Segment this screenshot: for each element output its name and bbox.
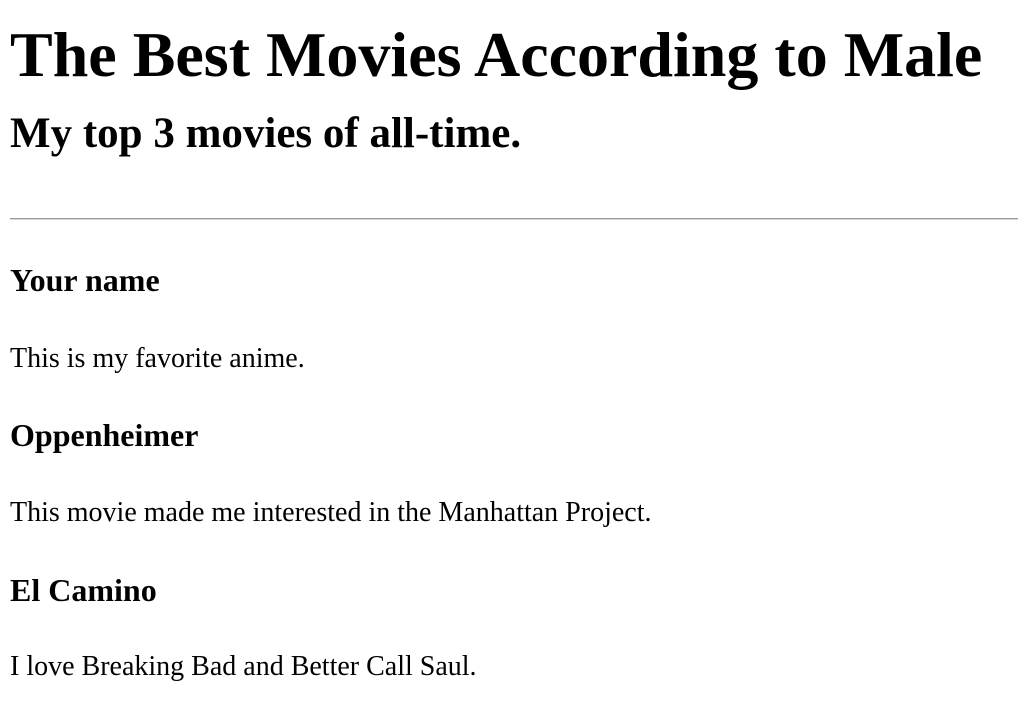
divider (10, 218, 1018, 220)
movie-title-oppenheimer: Oppenheimer (10, 417, 199, 453)
page-header: The Best Movies According to Male (10, 12, 982, 88)
movie-description-el-camino: I love Breaking Bad and Better Call Saul… (10, 651, 477, 682)
movie-description-oppenheimer: This movie made me interested in the Man… (10, 497, 652, 528)
movie-title-el-camino: El Camino (10, 572, 157, 608)
page-subtitle: My top 3 movies of all-time. (10, 110, 522, 157)
movie-description-your-name: This is my favorite anime. (10, 343, 305, 374)
page-title: The Best Movies According to Male (10, 19, 983, 90)
movie-title-your-name: Your name (10, 262, 160, 298)
